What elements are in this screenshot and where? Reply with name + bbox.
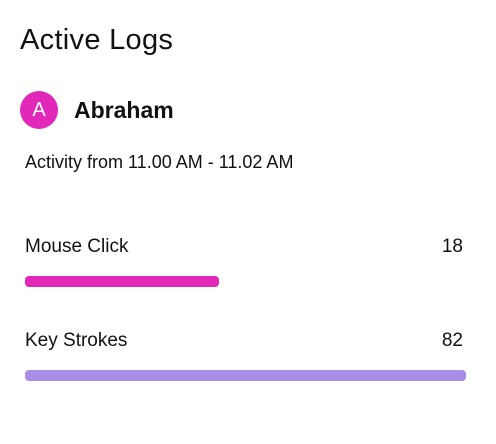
progress-bar-fill <box>25 370 466 381</box>
progress-track <box>25 276 466 287</box>
metric-mouse-click: Mouse Click 18 <box>25 234 465 287</box>
metric-key-strokes: Key Strokes 82 <box>25 328 466 381</box>
metric-value: 18 <box>441 236 463 257</box>
progress-bar-fill <box>25 276 220 287</box>
metric-value: 82 <box>441 330 463 351</box>
user-name: Abraham <box>74 96 174 123</box>
panel-title: Active Logs <box>20 24 174 56</box>
progress-track <box>25 370 466 381</box>
activity-time-range: Activity from 11.00 AM - 11.02 AM <box>25 152 294 172</box>
avatar: A <box>20 91 58 129</box>
metric-label: Key Strokes <box>25 330 128 351</box>
metric-label: Mouse Click <box>25 236 129 257</box>
active-logs-panel: Active Logs A Abraham Activity from 11.0… <box>0 0 496 444</box>
user-row: A Abraham <box>20 90 174 130</box>
